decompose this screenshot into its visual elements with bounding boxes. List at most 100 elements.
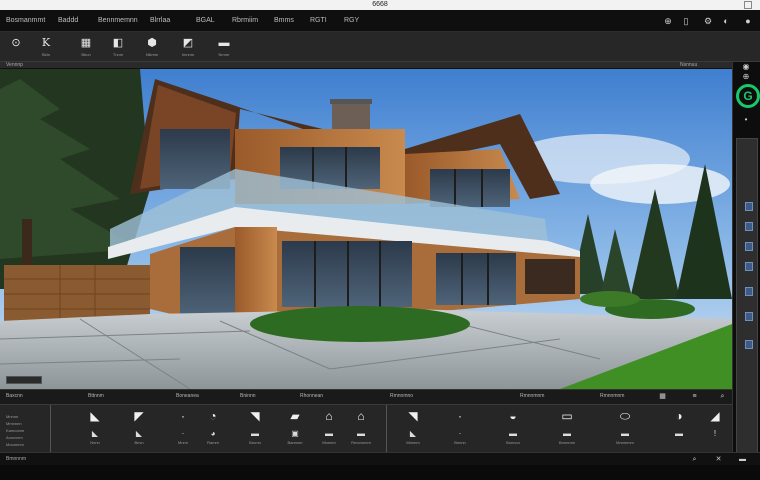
- curtain-icon: ·: [458, 409, 462, 423]
- list-item[interactable]: Mnnnn: [6, 413, 48, 420]
- tool-label: Nlkmm: [145, 52, 159, 57]
- library-item[interactable]: ◑ ▬: [664, 409, 694, 449]
- tool-cube[interactable]: ⬢ Nlkmm: [139, 35, 165, 59]
- curtain-icon: ·: [458, 429, 462, 438]
- status-text: Bmnnnm: [6, 456, 27, 462]
- library-item-label: Mmmm: [406, 440, 420, 445]
- close-window-button[interactable]: [744, 1, 752, 9]
- view-mode-badge[interactable]: [6, 376, 42, 384]
- library-tab[interactable]: Bninnn: [240, 393, 256, 399]
- tool-roof[interactable]: ◩ Imnnm: [175, 35, 201, 59]
- tool-grid[interactable]: ▦ Bbun: [73, 35, 99, 59]
- moon-icon[interactable]: ◐: [720, 15, 732, 27]
- app-logo: G: [736, 84, 760, 108]
- tool-layer[interactable]: ◧ Tnnm: [105, 35, 131, 59]
- menu-item-insert[interactable]: Blrrlaa: [150, 15, 170, 27]
- list-item[interactable]: Anocvnm: [6, 434, 48, 441]
- library-item[interactable]: ◥ ▬ Brumn: [240, 409, 270, 449]
- library-item[interactable]: ◢!: [700, 409, 730, 449]
- menu-item-view[interactable]: Bennmemnn: [98, 15, 138, 27]
- library-item-label: Ramm: [207, 440, 219, 445]
- library-item[interactable]: ◒ ▬ Bonnoo: [498, 409, 528, 449]
- 3d-viewport[interactable]: [0, 69, 732, 389]
- property-swatch[interactable]: [745, 312, 753, 321]
- library-tab[interactable]: Rhonnean: [300, 393, 323, 399]
- wall-icon: ◣: [90, 409, 100, 423]
- house-icon: ▰: [290, 409, 300, 423]
- menu-item-help[interactable]: RGY: [344, 15, 359, 27]
- gear-icon[interactable]: ⚙: [702, 15, 714, 27]
- main-toolbar: ⊙ K Bidn ▦ Bbun ◧ Tnnm ⬢ Nlkmm ◩ Imnnm ▬…: [0, 32, 760, 62]
- library-item-label: Bonnoo: [506, 440, 520, 445]
- menu-item-render[interactable]: Rbrmiim: [232, 15, 258, 27]
- roof-icon: ◩: [182, 37, 194, 49]
- menu-item-tools[interactable]: Bmms: [274, 15, 294, 27]
- furniture-icon: ◒: [509, 409, 517, 423]
- list-item[interactable]: Kamoonm: [6, 427, 48, 434]
- library-tab[interactable]: Boneanea: [176, 393, 199, 399]
- menu-item-edit[interactable]: Baddd: [58, 15, 78, 27]
- library-item[interactable]: ⌂ ▬ Rmonnmm: [346, 409, 376, 449]
- library-tab[interactable]: Bttnnm: [88, 393, 104, 399]
- library-item[interactable]: ◤ ◣ Bnvn: [124, 409, 154, 449]
- tool-text[interactable]: K Bidn: [33, 35, 59, 59]
- orbit-icon: ⊙: [11, 37, 21, 49]
- property-swatch[interactable]: [745, 242, 753, 251]
- property-swatch[interactable]: [745, 262, 753, 271]
- tool-cap[interactable]: ▬ Nmmr: [211, 35, 237, 59]
- tool-orbit[interactable]: ⊙: [3, 35, 29, 59]
- property-swatch[interactable]: [745, 340, 753, 349]
- library-title: Baxcnn: [6, 393, 23, 399]
- library-item[interactable]: ▭ ▬ Bnnnmm: [552, 409, 582, 449]
- cube-icon: ⬢: [147, 37, 157, 49]
- zoom-icon[interactable]: ⌕: [690, 455, 699, 464]
- library-item[interactable]: · · Mnnn: [168, 409, 198, 449]
- library-tab[interactable]: Rmnnmno: [390, 393, 413, 399]
- library-item[interactable]: ▰ ▣ Bannnm: [280, 409, 310, 449]
- list-item[interactable]: Mmnnnn: [6, 420, 48, 427]
- stair-icon: ◔: [209, 409, 217, 423]
- property-swatch[interactable]: [745, 222, 753, 231]
- search-icon[interactable]: ⌕: [718, 392, 727, 401]
- expand-icon[interactable]: ✕: [714, 455, 723, 464]
- dot-icon[interactable]: •: [741, 115, 751, 125]
- slab-icon: ▬: [325, 429, 333, 438]
- screen-icon[interactable]: ▬: [738, 455, 747, 464]
- library-tab[interactable]: Rmnnmnm: [600, 393, 624, 399]
- globe-icon[interactable]: ⊕: [662, 15, 674, 27]
- property-swatch[interactable]: [745, 287, 753, 296]
- menu-item-window[interactable]: RGTI: [310, 15, 327, 27]
- library-item[interactable]: ◔ ◕ Ramm: [198, 409, 228, 449]
- divider: [386, 405, 387, 453]
- tool-label: Tnnm: [112, 52, 124, 57]
- list-view-icon[interactable]: ≡: [690, 392, 699, 401]
- cap-icon: ▬: [218, 37, 230, 49]
- column-icon: ▬: [357, 429, 365, 438]
- viewport-mode[interactable]: Nsnnuu: [680, 62, 697, 69]
- orb-icon: ◑: [675, 409, 683, 423]
- library-item[interactable]: ◣ ◣ Nnnn: [80, 409, 110, 449]
- phone-icon[interactable]: ▯: [680, 15, 692, 27]
- divider: [50, 405, 51, 453]
- door-icon: ◤: [134, 409, 144, 423]
- layer-icon: ◧: [112, 37, 124, 49]
- library-item[interactable]: ⬭ ▬ Mnnmmm: [610, 409, 640, 449]
- menu-item-design[interactable]: BGAL: [196, 15, 215, 27]
- user-icon[interactable]: ●: [742, 15, 754, 27]
- right-panel: ◉ ⊕ G • ▸: [732, 62, 760, 465]
- settings-icon[interactable]: ⊕: [741, 72, 751, 82]
- viewport-title: Vennnp: [6, 62, 23, 68]
- category-list: Mnnnn Mmnnnn Kamoonm Anocvnm Mounnnm: [6, 413, 48, 448]
- library-item[interactable]: · · Bnnnn: [445, 409, 475, 449]
- library-tab[interactable]: Rmnnmnm: [520, 393, 544, 399]
- title-bar: 6668: [0, 0, 760, 10]
- tool-label: Bbun: [81, 52, 91, 57]
- library-item[interactable]: ◥ ◣ Mmmm: [398, 409, 428, 449]
- grid-view-icon[interactable]: ▦: [658, 392, 667, 401]
- library-item[interactable]: ⌂ ▬ Mnnnm: [314, 409, 344, 449]
- list-item[interactable]: Mounnnm: [6, 441, 48, 448]
- user-icon[interactable]: ◉: [741, 62, 751, 72]
- menu-item-file[interactable]: Bosmanmmt: [6, 15, 45, 27]
- property-swatch[interactable]: [745, 202, 753, 211]
- footer: [0, 465, 760, 480]
